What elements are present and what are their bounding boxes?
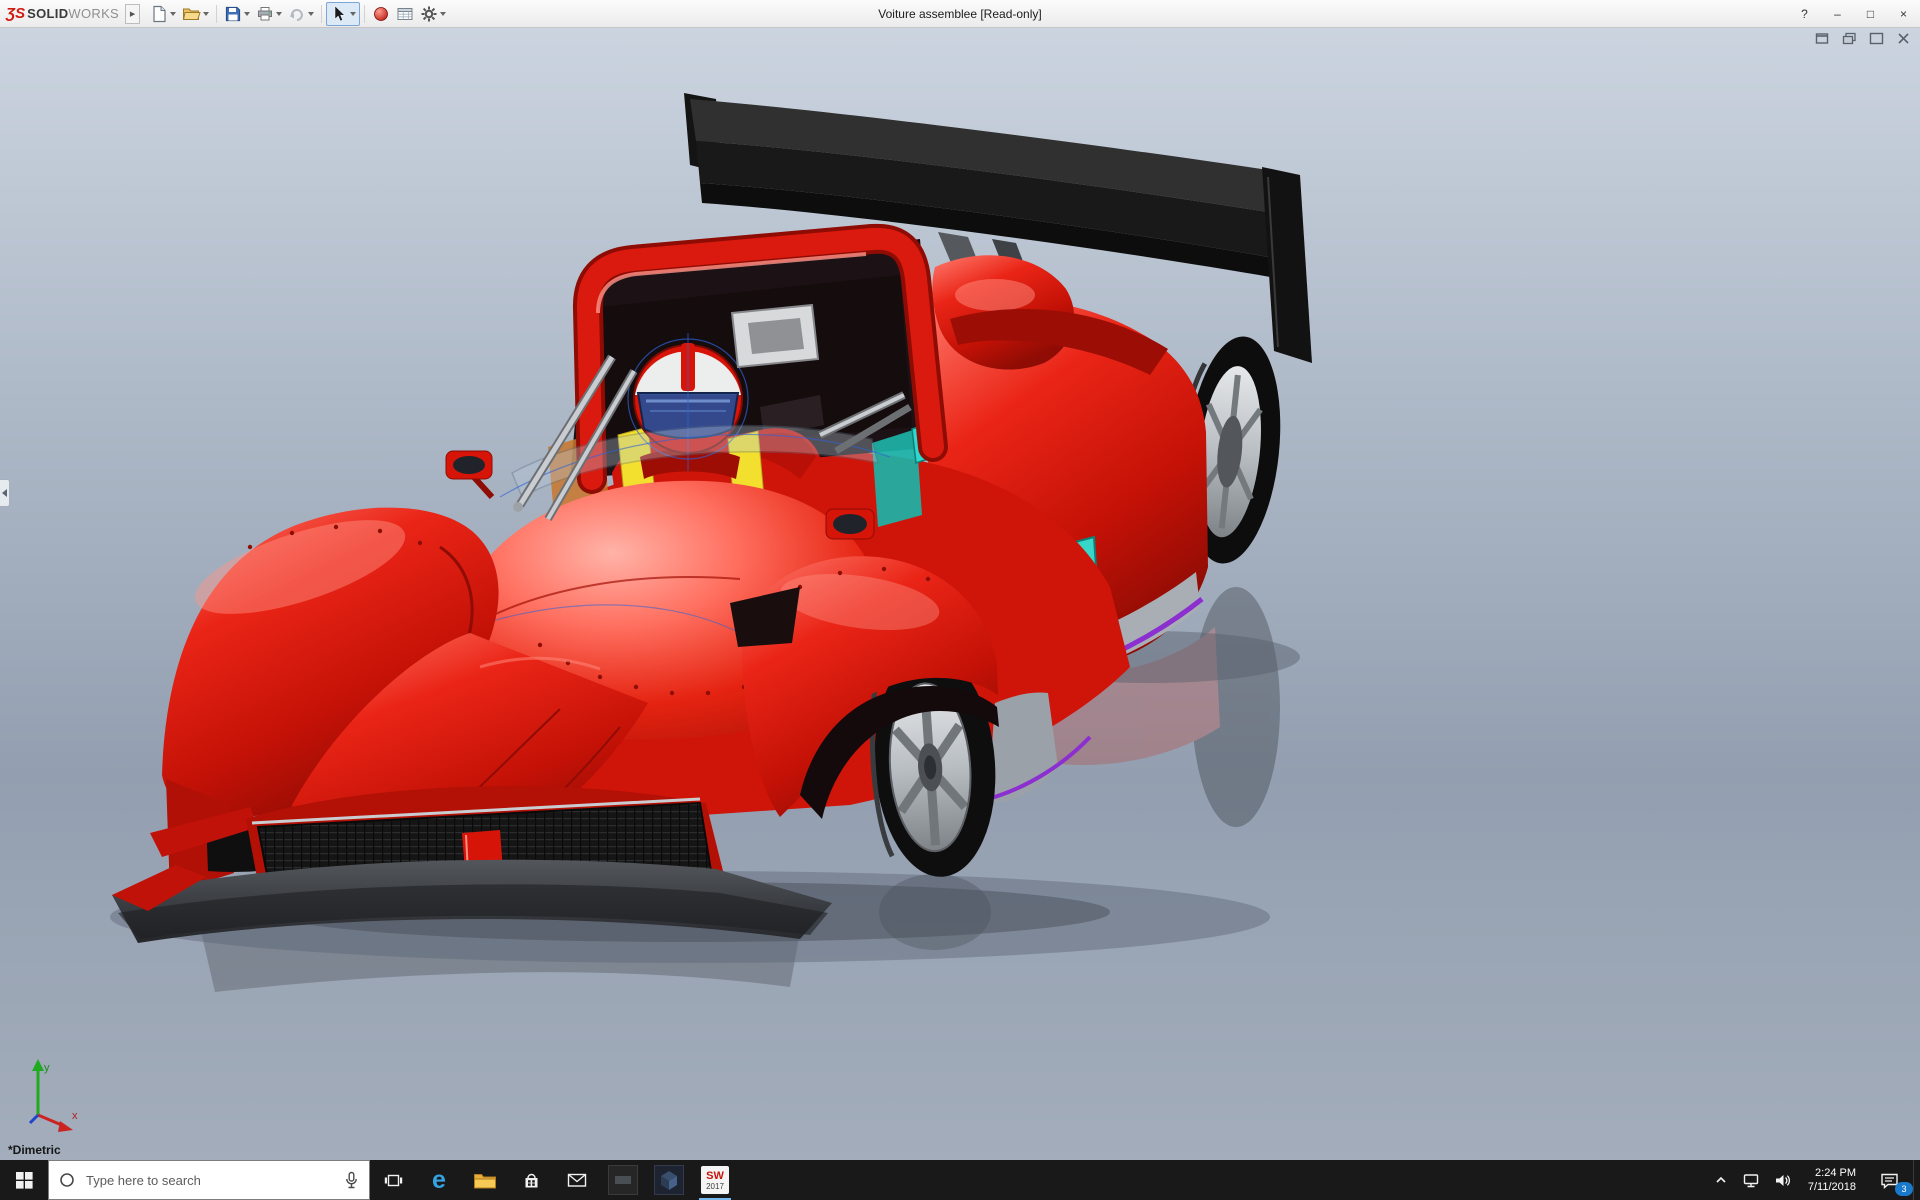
menu-flyout-arrow[interactable]: ▶ (125, 3, 141, 24)
select-cursor-icon (334, 4, 346, 21)
network-icon (1743, 1173, 1759, 1187)
toolbar-separator (216, 4, 218, 23)
graphics-area[interactable]: x y *Dimetric (0, 27, 1920, 1160)
undo-icon (289, 8, 303, 21)
solidworks-logo: ƷS SOLID WORKS (6, 5, 119, 22)
edge-app-button[interactable]: e (416, 1160, 462, 1200)
speaker-icon (1775, 1174, 1790, 1186)
3d-scene[interactable]: x y (0, 27, 1920, 1160)
close-button[interactable]: × (1887, 0, 1920, 27)
cad-viewer-app-button[interactable] (646, 1160, 692, 1200)
table-button[interactable] (393, 3, 417, 25)
task-view-button[interactable] (370, 1160, 416, 1200)
file-explorer-button[interactable] (462, 1160, 508, 1200)
doc-close-icon[interactable] (1895, 31, 1911, 45)
cortana-icon (60, 1173, 74, 1187)
doc-minimize-icon[interactable] (1814, 31, 1830, 45)
hoop-camera-box[interactable] (730, 303, 820, 369)
table-grid-icon (397, 7, 413, 20)
brand-solid: SOLID (27, 6, 69, 21)
tray-expand-button[interactable] (1707, 1160, 1735, 1200)
view-orientation-label: *Dimetric (8, 1143, 61, 1157)
save-icon (225, 6, 241, 21)
new-document-button[interactable] (147, 3, 179, 25)
save-button[interactable] (221, 3, 253, 25)
screenshot-app-button[interactable] (600, 1160, 646, 1200)
solidworks-app-icon: SW 2017 (701, 1166, 729, 1194)
store-app-button[interactable] (508, 1160, 554, 1200)
doc-restore-icon[interactable] (1841, 31, 1857, 45)
maximize-button[interactable]: □ (1854, 0, 1887, 27)
document-window-controls (1814, 31, 1911, 45)
open-folder-icon (182, 8, 201, 20)
show-desktop-button[interactable] (1913, 1160, 1920, 1200)
options-button[interactable] (417, 3, 449, 25)
toolbar-separator (364, 4, 366, 23)
cube-app-icon (654, 1165, 684, 1195)
help-button[interactable]: ? (1788, 0, 1821, 27)
network-tray-button[interactable] (1735, 1160, 1767, 1200)
solidworks-app-button[interactable]: SW 2017 (692, 1160, 738, 1200)
print-button[interactable] (253, 3, 285, 25)
clock-date: 7/11/2018 (1807, 1181, 1856, 1193)
triad-x-label: x (72, 1110, 78, 1122)
mail-app-button[interactable] (554, 1160, 600, 1200)
volume-tray-button[interactable] (1767, 1160, 1799, 1200)
doc-maximize-icon[interactable] (1868, 31, 1884, 45)
panel-collapse-arrow[interactable] (0, 479, 10, 507)
right-mirror[interactable] (825, 508, 875, 540)
appearance-ball-icon (374, 6, 388, 21)
car-model[interactable] (112, 93, 1312, 943)
orientation-triad: x y (28, 1059, 78, 1132)
solidworks-window: ƷS SOLID WORKS ▶ Voiture assemblee [Read… (0, 0, 1920, 1200)
select-tool-button[interactable] (326, 1, 361, 26)
task-view-icon (384, 1174, 402, 1186)
appearance-button[interactable] (369, 3, 393, 25)
brand-works: WORKS (68, 6, 120, 21)
new-document-icon (153, 5, 166, 22)
notification-badge: 3 (1895, 1182, 1913, 1196)
clock-time: 2:24 PM (1815, 1167, 1856, 1179)
undo-button[interactable] (285, 3, 317, 25)
taskbar-search[interactable] (48, 1160, 370, 1200)
search-input[interactable] (84, 1171, 335, 1189)
titlebar: ƷS SOLID WORKS ▶ Voiture assemblee [Read… (0, 0, 1920, 28)
system-tray: 2:24 PM 7/11/2018 3 (1707, 1160, 1920, 1200)
open-button[interactable] (179, 3, 212, 25)
windows-logo-icon (15, 1171, 33, 1189)
left-mirror[interactable] (445, 450, 495, 500)
triad-y-label: y (44, 1062, 50, 1074)
edge-icon: e (432, 1165, 446, 1194)
microphone-icon[interactable] (344, 1171, 359, 1189)
taskbar: e (0, 1160, 1920, 1200)
monitor-app-icon (608, 1165, 638, 1195)
toolbar-separator (321, 4, 323, 23)
print-icon (258, 6, 273, 20)
file-explorer-icon (474, 1173, 496, 1188)
minimize-button[interactable]: – (1821, 0, 1854, 27)
taskbar-clock[interactable]: 2:24 PM 7/11/2018 (1799, 1160, 1865, 1200)
start-button[interactable] (0, 1160, 48, 1200)
3ds-logo-mark: ƷS (6, 5, 26, 22)
action-center-button[interactable]: 3 (1865, 1160, 1913, 1200)
chevron-up-icon (1716, 1176, 1726, 1183)
gear-icon (421, 6, 437, 21)
mail-icon (567, 1173, 587, 1187)
store-icon (525, 1173, 537, 1187)
